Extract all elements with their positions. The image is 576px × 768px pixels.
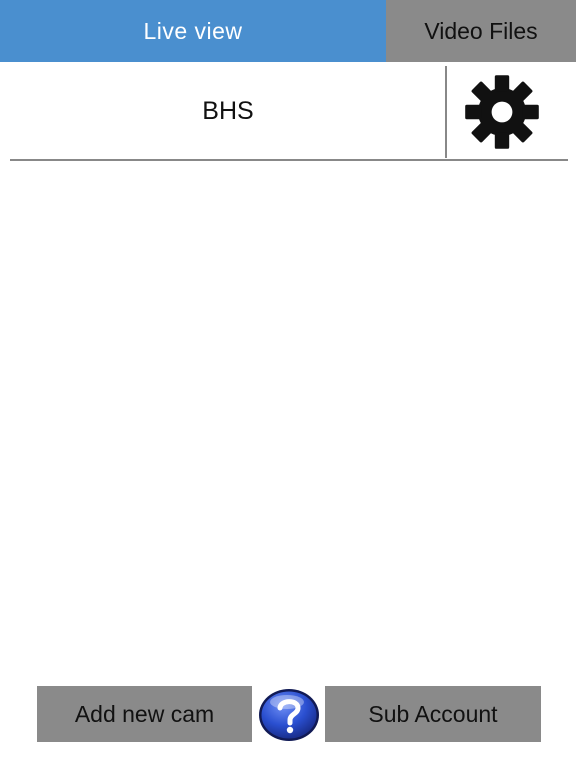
add-new-cam-button[interactable]: Add new cam: [37, 686, 252, 742]
camera-settings-button[interactable]: [450, 68, 554, 156]
help-button[interactable]: [256, 687, 322, 743]
camera-name[interactable]: BHS: [10, 62, 446, 160]
sub-account-button[interactable]: Sub Account: [325, 686, 541, 742]
camera-list-empty-area: [0, 162, 576, 682]
app-screen: Live view Video Files BHS Add new cam Su…: [0, 0, 576, 768]
tab-video-files[interactable]: Video Files: [386, 0, 576, 62]
gear-icon: [465, 75, 539, 149]
row-separator: [10, 159, 568, 161]
divider: [445, 66, 447, 158]
bottom-toolbar: Add new cam Sub Account: [0, 686, 576, 744]
camera-list-item[interactable]: BHS: [0, 62, 576, 160]
tab-bar: Live view Video Files: [0, 0, 576, 62]
question-mark-icon: [259, 689, 319, 741]
tab-live-view[interactable]: Live view: [0, 0, 386, 62]
